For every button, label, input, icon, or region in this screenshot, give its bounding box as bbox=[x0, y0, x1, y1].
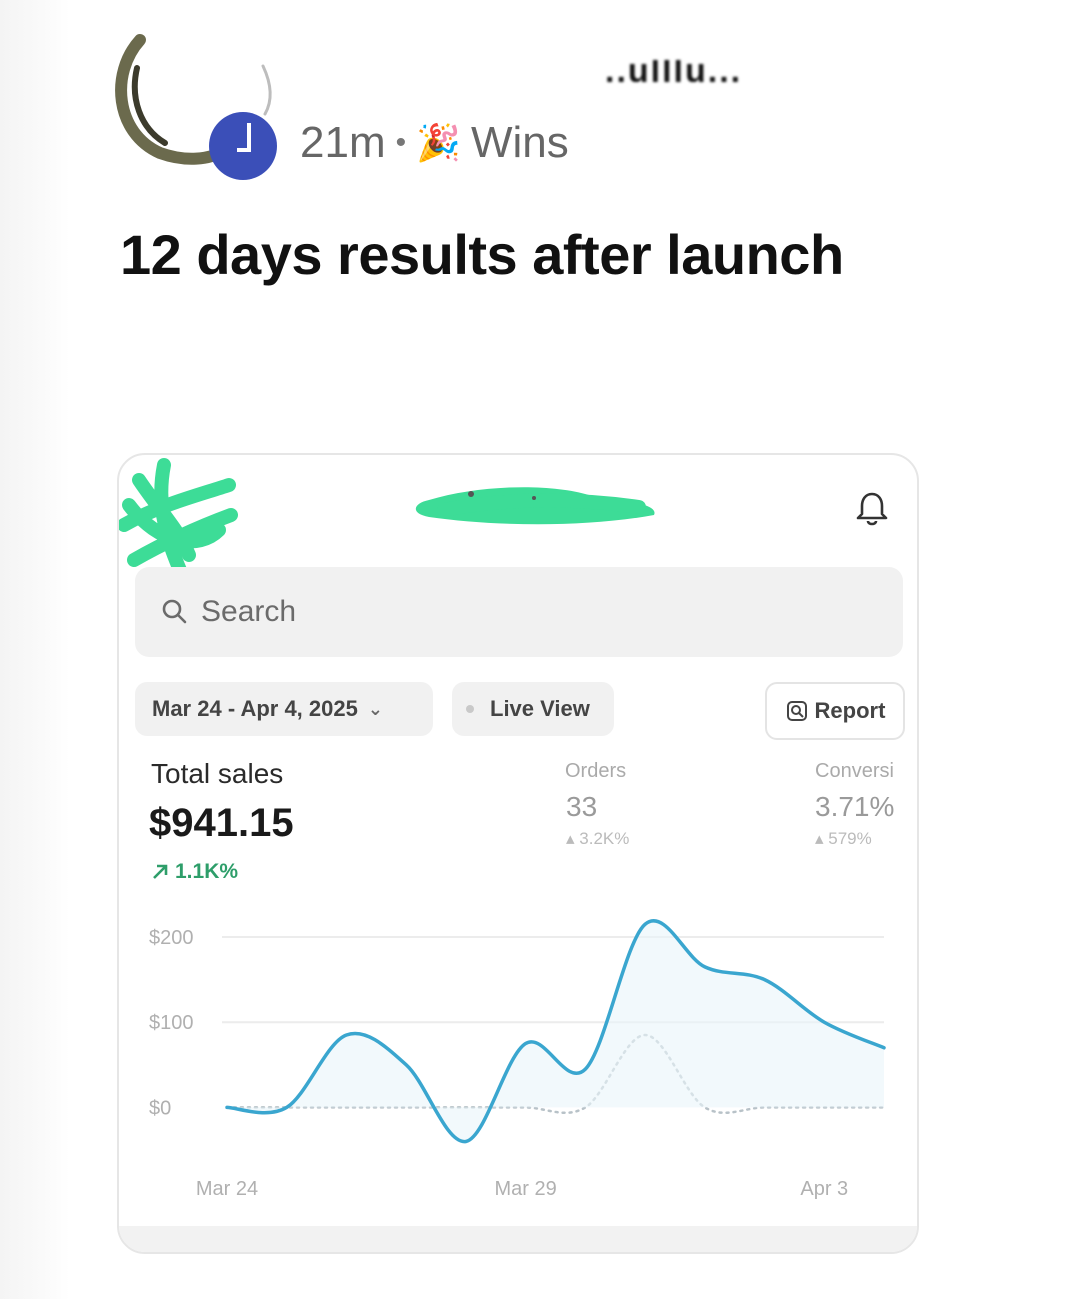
total-sales-delta-value: 1.1K% bbox=[175, 860, 239, 883]
conversion-value: 3.71% bbox=[815, 791, 895, 822]
x-tick-label: Mar 24 bbox=[196, 1178, 258, 1200]
orders-label: Orders bbox=[565, 760, 627, 782]
total-sales-label: Total sales bbox=[151, 758, 284, 789]
report-icon bbox=[786, 701, 807, 721]
live-view-button[interactable]: Live View bbox=[452, 682, 614, 736]
search-placeholder: Search bbox=[201, 595, 297, 628]
live-view-label: Live View bbox=[490, 696, 590, 721]
date-range-picker[interactable]: Mar 24 - Apr 4, 2025 ⌄ bbox=[135, 682, 433, 736]
conversion-label: Conversi bbox=[815, 760, 894, 782]
party-popper-icon: 🎉 bbox=[416, 122, 461, 163]
author-avatar[interactable] bbox=[115, 28, 285, 183]
live-dot-icon bbox=[466, 705, 474, 713]
total-sales-delta: 1.1K% bbox=[151, 860, 238, 884]
total-sales-value: $941.15 bbox=[149, 801, 294, 845]
x-tick-label: Apr 3 bbox=[800, 1178, 848, 1200]
date-range-label: Mar 24 - Apr 4, 2025 bbox=[152, 696, 358, 721]
arrow-up-right-icon bbox=[153, 864, 168, 879]
sales-chart: $200 $100 $0 Mar 24 Mar 29 Apr 3 bbox=[149, 919, 886, 1200]
conversion-delta: ▴ 579% bbox=[815, 829, 872, 848]
search-icon bbox=[162, 599, 187, 624]
meta-separator: • bbox=[395, 126, 407, 159]
post-category[interactable]: Wins bbox=[471, 118, 569, 168]
report-label: Report bbox=[814, 698, 886, 723]
orders-delta-value: 3.2K% bbox=[579, 829, 630, 848]
bell-icon[interactable] bbox=[852, 489, 892, 529]
y-tick-label: $200 bbox=[149, 927, 194, 949]
author-name[interactable]: ..ulllu... bbox=[605, 60, 825, 82]
chevron-down-icon: ⌄ bbox=[367, 698, 383, 719]
report-button[interactable]: Report bbox=[765, 682, 905, 740]
post-time: 21m bbox=[300, 118, 386, 167]
dashboard-screenshot-card: F Search Mar 24 - Apr 4, 2025 ⌄ Live Vie… bbox=[117, 453, 919, 1254]
orders-value: 33 bbox=[566, 791, 598, 822]
left-edge-shadow bbox=[0, 0, 70, 1299]
y-tick-label: $0 bbox=[149, 1097, 171, 1119]
card-bottom-strip bbox=[119, 1226, 917, 1252]
post-meta: 21m • 🎉 Wins bbox=[300, 118, 569, 168]
conversion-delta-value: 579% bbox=[828, 829, 872, 848]
y-tick-label: $100 bbox=[149, 1012, 194, 1034]
search-bar[interactable]: Search bbox=[135, 567, 903, 657]
x-tick-label: Mar 29 bbox=[495, 1178, 557, 1200]
post-title: 12 days results after launch bbox=[120, 223, 844, 286]
orders-delta: ▴ 3.2K% bbox=[566, 829, 630, 848]
